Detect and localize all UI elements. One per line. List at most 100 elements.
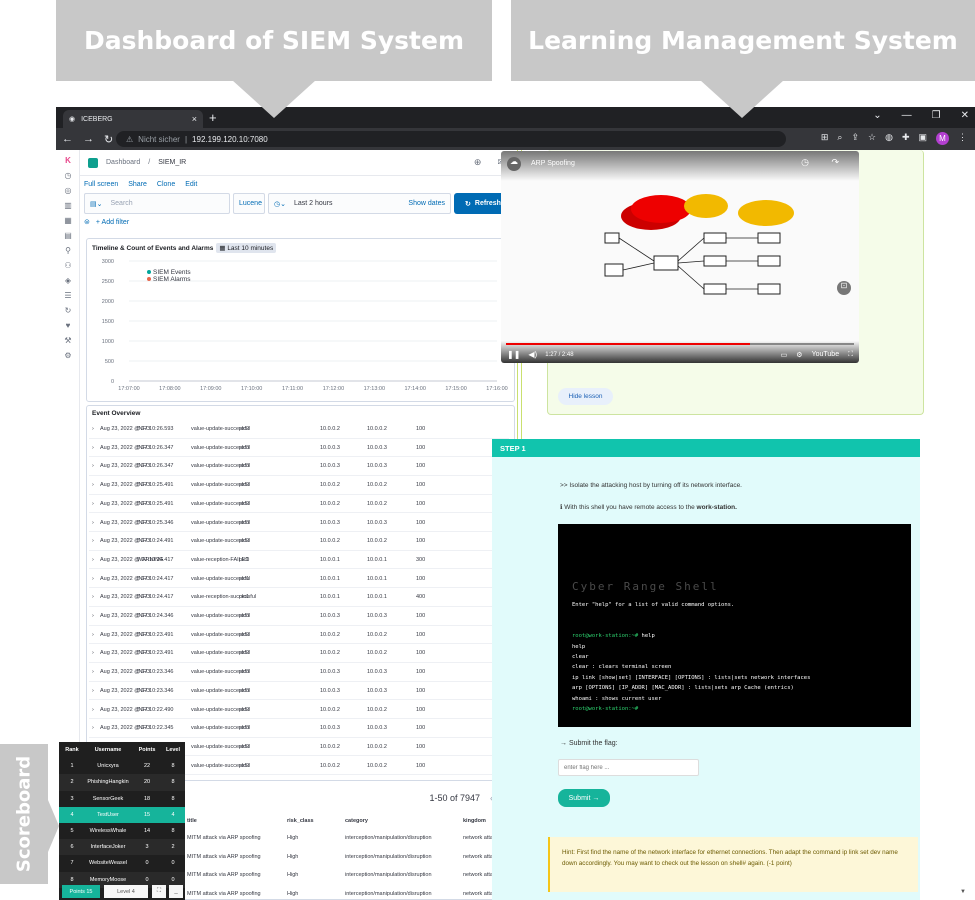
dashboard-icon[interactable]: ▦ bbox=[56, 216, 80, 225]
expand-row-icon[interactable]: › bbox=[92, 632, 94, 638]
legend-label[interactable]: SIEM Alarms bbox=[153, 276, 191, 283]
table-row[interactable]: › Aug 23, 2022 @ 17:10:22.345 INFO value-up… bbox=[89, 719, 509, 738]
expand-row-icon[interactable]: › bbox=[92, 520, 94, 526]
tab-search-icon[interactable]: ⌄ bbox=[873, 110, 881, 121]
expand-row-icon[interactable]: › bbox=[92, 594, 94, 600]
maps-icon[interactable]: ⚲ bbox=[56, 246, 80, 255]
expand-row-icon[interactable]: › bbox=[92, 538, 94, 544]
table-row[interactable]: › Aug 23, 2022 @ 17:10:23.346 INFO value-up… bbox=[89, 663, 509, 682]
expand-row-icon[interactable]: › bbox=[92, 576, 94, 582]
captions-icon[interactable]: ▭ bbox=[781, 351, 788, 359]
fullscreen-overlay-icon[interactable]: ⊡ bbox=[837, 281, 851, 295]
table-row[interactable]: › Aug 23, 2022 @ 17:10:24.346 INFO value-up… bbox=[89, 607, 509, 626]
menu-icon[interactable]: ⋮ bbox=[958, 132, 967, 145]
time-picker[interactable]: ◷⌄ Last 2 hours Show dates bbox=[268, 193, 451, 214]
full-screen-link[interactable]: Full screen bbox=[84, 181, 118, 188]
expand-row-icon[interactable]: › bbox=[92, 613, 94, 619]
flag-input[interactable] bbox=[558, 759, 699, 776]
translate-icon[interactable]: ⊞ bbox=[821, 132, 829, 145]
table-row[interactable]: › Aug 23, 2022 @ 17:10:25.491 INFO value-up… bbox=[89, 476, 509, 495]
browser-tab[interactable]: ◉ ICEBERG × bbox=[63, 110, 203, 128]
youtube-logo[interactable]: YouTube bbox=[812, 351, 840, 359]
kibana-logo-icon[interactable]: K bbox=[56, 156, 80, 165]
expand-row-icon[interactable]: › bbox=[92, 688, 94, 694]
alarm-column-header[interactable]: risk_class bbox=[287, 818, 314, 824]
sidepanel-icon[interactable]: ▣ bbox=[918, 132, 927, 145]
add-filter[interactable]: ⊜ + Add filter bbox=[84, 218, 129, 226]
table-row[interactable]: › Aug 23, 2022 @ 17:10:24.491 INFO value-up… bbox=[89, 532, 509, 551]
terminal[interactable]: Cyber Range Shell Enter "help" for a lis… bbox=[558, 524, 911, 727]
back-button[interactable]: ← bbox=[62, 133, 73, 145]
table-row[interactable]: › Aug 23, 2022 @ 17:10:24.417 INFO value-up… bbox=[89, 570, 509, 589]
table-row[interactable]: › Aug 23, 2022 @ 17:10:24.417 WARNING value… bbox=[89, 551, 509, 570]
table-row[interactable]: › Aug 23, 2022 @ 17:10:24.417 INFO value-re… bbox=[89, 588, 509, 607]
expand-row-icon[interactable]: › bbox=[92, 501, 94, 507]
reload-button[interactable]: ↻ bbox=[104, 133, 113, 146]
expand-row-icon[interactable]: › bbox=[92, 426, 94, 432]
canvas-icon[interactable]: ▤ bbox=[56, 231, 80, 240]
fullscreen-icon[interactable]: ⛶ bbox=[848, 351, 853, 359]
legend-label[interactable]: SIEM Events bbox=[153, 269, 191, 276]
new-tab-button[interactable]: + bbox=[209, 110, 217, 125]
lesson-video[interactable]: ☁ ARP Spoofing ◷ ↷ ⊡ ❚❚ ◀) 1:27 / 2:48 ▭ ⚙ Y… bbox=[501, 151, 859, 363]
clone-link[interactable]: Clone bbox=[157, 181, 175, 188]
table-row[interactable]: › Aug 23, 2022 @ 17:10:23.346 INFO value-up… bbox=[89, 682, 509, 701]
settings-icon[interactable]: ⚙ bbox=[796, 351, 802, 359]
puzzle-icon[interactable]: ✚ bbox=[902, 132, 910, 145]
alarm-column-header[interactable]: kingdom bbox=[463, 818, 486, 824]
scroll-down-icon[interactable]: ▼ bbox=[960, 889, 966, 895]
address-bar[interactable]: ⚠ Nicht sicher | 192.199.120.10:7080 bbox=[116, 131, 786, 147]
extension-icon[interactable]: ◍ bbox=[885, 132, 893, 145]
bookmark-star-icon[interactable]: ☆ bbox=[868, 132, 876, 145]
hide-lesson-button[interactable]: Hide lesson bbox=[558, 388, 613, 405]
management-icon[interactable]: ⚙ bbox=[56, 351, 80, 360]
expand-row-icon[interactable]: › bbox=[92, 707, 94, 713]
calendar-icon[interactable]: ◷⌄ bbox=[274, 200, 286, 208]
breadcrumb-dashboard[interactable]: Dashboard bbox=[106, 159, 140, 166]
alarm-column-header[interactable]: category bbox=[345, 818, 368, 824]
expand-row-icon[interactable]: › bbox=[92, 463, 94, 469]
table-row[interactable]: › Aug 23, 2022 @ 17:10:25.491 INFO value-up… bbox=[89, 495, 509, 514]
dev-tools-icon[interactable]: ⚒ bbox=[56, 336, 80, 345]
expand-row-icon[interactable]: › bbox=[92, 482, 94, 488]
table-row[interactable]: › Aug 23, 2022 @ 17:10:22.490 INFO value-up… bbox=[89, 701, 509, 719]
expand-row-icon[interactable]: › bbox=[92, 669, 94, 675]
maximize-button[interactable]: ❐ bbox=[932, 110, 941, 121]
profile-avatar[interactable]: M bbox=[936, 132, 949, 145]
alarm-column-header[interactable]: title bbox=[187, 818, 197, 824]
logs-icon[interactable]: ☰ bbox=[56, 291, 80, 300]
submit-button[interactable]: Submit → bbox=[558, 789, 610, 807]
expand-row-icon[interactable]: › bbox=[92, 650, 94, 656]
minimize-icon[interactable]: _ bbox=[169, 885, 183, 898]
expand-row-icon[interactable]: › bbox=[92, 557, 94, 563]
recent-icon[interactable]: ◷ bbox=[56, 171, 80, 180]
forward-button[interactable]: → bbox=[83, 133, 94, 145]
lucene-toggle[interactable]: Lucene bbox=[233, 193, 265, 214]
close-window-button[interactable]: ✕ bbox=[961, 110, 969, 121]
apm-icon[interactable]: ↻ bbox=[56, 306, 80, 315]
expand-icon[interactable]: ⛶ bbox=[152, 885, 166, 898]
visualize-icon[interactable]: ▥ bbox=[56, 201, 80, 210]
minimize-button[interactable]: — bbox=[902, 110, 912, 121]
space-avatar[interactable] bbox=[88, 157, 98, 168]
table-row[interactable]: › Aug 23, 2022 @ 17:10:25.346 INFO value-up… bbox=[89, 514, 509, 532]
table-row[interactable]: › Aug 23, 2022 @ 17:10:26.593 INFO value-up… bbox=[89, 420, 509, 439]
filter-options-icon[interactable]: ⊜ bbox=[84, 219, 90, 226]
edit-link[interactable]: Edit bbox=[185, 181, 197, 188]
show-dates-link[interactable]: Show dates bbox=[408, 200, 445, 207]
saved-query-icon[interactable]: ▤⌄ bbox=[90, 200, 102, 208]
table-row[interactable]: › Aug 23, 2022 @ 17:10:23.491 INFO value-up… bbox=[89, 626, 509, 645]
uptime-icon[interactable]: ♥ bbox=[56, 321, 80, 330]
discover-icon[interactable]: ◎ bbox=[56, 186, 80, 195]
table-row[interactable]: › Aug 23, 2022 @ 17:10:23.491 INFO value-up… bbox=[89, 644, 509, 663]
table-row[interactable]: › Aug 23, 2022 @ 17:10:26.347 INFO value-up… bbox=[89, 457, 509, 476]
share-link[interactable]: Share bbox=[128, 181, 147, 188]
help-icon[interactable]: ⊕ bbox=[474, 157, 482, 168]
close-tab-icon[interactable]: × bbox=[192, 114, 197, 124]
share-icon[interactable]: ⇪ bbox=[851, 132, 859, 145]
expand-row-icon[interactable]: › bbox=[92, 725, 94, 731]
search-input[interactable]: ▤⌄ Search bbox=[84, 193, 230, 214]
infra-icon[interactable]: ◈ bbox=[56, 276, 80, 285]
progress-bar[interactable] bbox=[506, 343, 854, 345]
table-row[interactable]: › Aug 23, 2022 @ 17:10:26.347 INFO value-up… bbox=[89, 439, 509, 458]
